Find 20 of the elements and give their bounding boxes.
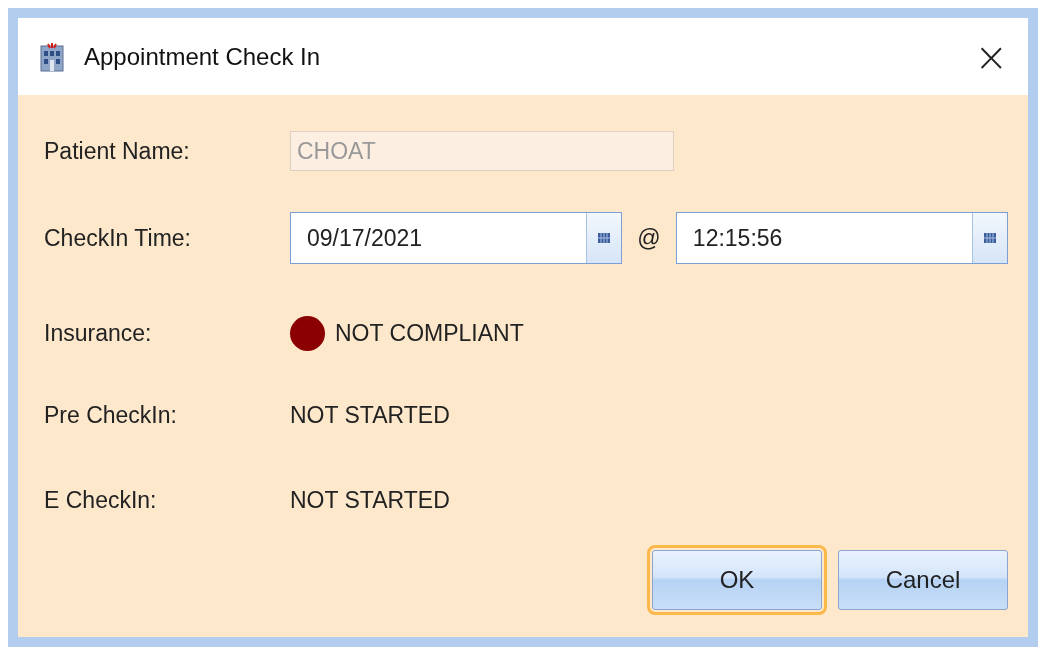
calendar-icon bbox=[598, 233, 611, 243]
window-title: Appointment Check In bbox=[84, 42, 322, 71]
field-label: Insurance: bbox=[44, 319, 153, 347]
calendar-icon bbox=[984, 233, 996, 243]
field-label: Pre CheckIn: bbox=[44, 401, 178, 429]
building-icon bbox=[40, 41, 64, 72]
calendar-button[interactable] bbox=[586, 213, 622, 263]
close-button[interactable]: × bbox=[954, 33, 1028, 80]
date-field[interactable]: 09/17/2021 bbox=[290, 212, 623, 264]
separator-text: @ bbox=[636, 224, 662, 252]
time-field[interactable]: 12:15:56 bbox=[675, 212, 1008, 264]
field-label: E CheckIn: bbox=[44, 486, 158, 514]
field-label: Patient Name: bbox=[44, 137, 191, 165]
field-label: CheckIn Time: bbox=[44, 224, 192, 252]
date-value: 09/17/2021 bbox=[306, 224, 424, 252]
cancel-button[interactable]: Cancel bbox=[838, 550, 1008, 610]
time-value: 12:15:56 bbox=[691, 224, 784, 252]
status-text: NOT COMPLIANT bbox=[335, 319, 524, 347]
status-text: NOT STARTED bbox=[290, 486, 450, 514]
status-text: NOT STARTED bbox=[290, 401, 450, 429]
